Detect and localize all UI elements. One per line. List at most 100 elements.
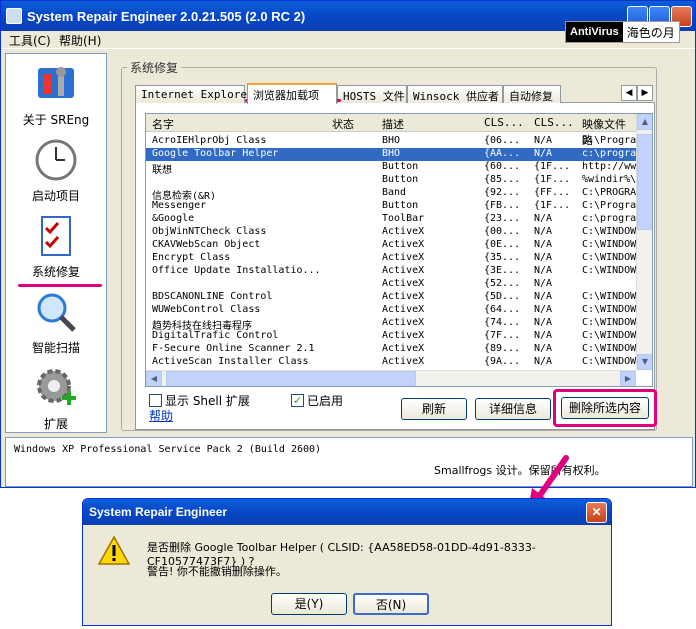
sidebar: 关于 SREng 启动项目 系统修复 智能扫描 扩展 (5, 53, 107, 433)
table-cell: ActiveX (382, 317, 425, 328)
table-row[interactable]: Office Update Installatio... ActiveX {3E..… (146, 265, 636, 278)
table-row[interactable]: CKAVWebScan Object ActiveX {0E... N/A C:\WIN… (146, 239, 636, 252)
dialog-close-button[interactable]: ✕ (586, 502, 607, 523)
table-cell: {1F... (534, 200, 571, 211)
tab-browser-addons[interactable]: 浏览器加载项 (247, 83, 337, 104)
table-row[interactable]: ActiveX {52... N/A (146, 278, 636, 291)
scroll-left-button[interactable]: ◀ (146, 371, 162, 386)
scroll-up-button[interactable]: ▲ (637, 114, 652, 130)
table-row[interactable]: Google Toolbar Helper BHO {AA... N/A c:\prog… (146, 148, 636, 161)
checkbox-label: 已启用 (307, 394, 344, 408)
table-row[interactable]: Encrypt Class ActiveX {35... N/A C:\WINDOW (146, 252, 636, 265)
table-cell: {FF... (534, 187, 571, 198)
hscroll-thumb[interactable] (166, 371, 416, 386)
table-row[interactable]: ActiveScan Installer Class ActiveX {9A... N… (146, 356, 636, 369)
table-cell: N/A (534, 356, 553, 367)
scroll-thumb[interactable] (637, 134, 652, 230)
window-title: System Repair Engineer 2.0.21.505 (2.0 R… (27, 9, 306, 24)
tools-icon (38, 67, 74, 98)
delete-highlight-box (553, 389, 657, 427)
credit-text: Smallfrogs 设计。保留所有权利。 (434, 464, 606, 477)
table-cell: ActiveX (382, 252, 425, 263)
tab-winsock[interactable]: Winsock 供应者 (407, 85, 503, 103)
table-row[interactable]: &Google ToolBar {23... N/A c:\progra (146, 213, 636, 226)
tab-hosts[interactable]: HOSTS 文件 (337, 85, 407, 103)
table-cell: {64... (484, 304, 521, 315)
details-button[interactable]: 详细信息 (475, 398, 551, 420)
addon-list[interactable]: 名字 状态 描述 CLS... CLS... 映像文件路 AcroIEHlprO… (145, 113, 653, 387)
checkmark-icon[interactable]: ✓ (291, 394, 304, 407)
tab-ie[interactable]: Internet Explorer (135, 85, 254, 103)
sidebar-label: 关于 SREng (22, 113, 90, 127)
list-header: 名字 状态 描述 CLS... CLS... 映像文件路 (146, 114, 636, 147)
table-row[interactable]: DigitalTrafic Control ActiveX {7F... N/A C:\… (146, 330, 636, 343)
table-cell: N/A (534, 148, 553, 159)
table-row[interactable]: F-Secure Online Scanner 2.1 ActiveX {89...… (146, 343, 636, 356)
table-cell: {60... (484, 161, 521, 172)
tab-auto-repair[interactable]: 自动修复 (503, 85, 561, 103)
table-cell: C:\WINDOW (582, 252, 636, 263)
enabled-checkbox[interactable]: ✓ 已启用 (291, 392, 343, 409)
table-cell: {AA... (484, 148, 521, 159)
sidebar-item-extension[interactable]: 扩展 (6, 366, 106, 432)
no-button[interactable]: 否(N) (353, 593, 429, 615)
table-row[interactable]: BDSCANONLINE Control ActiveX {5D... N/A C:\W… (146, 291, 636, 304)
status-area: Windows XP Professional Service Pack 2 (… (5, 437, 693, 487)
user-name: 海色の月 (626, 25, 675, 40)
table-cell: N/A (534, 213, 553, 224)
tab-scroll-left[interactable]: ◀ (621, 85, 637, 101)
table-cell: ActiveX (382, 291, 425, 302)
table-cell: Office Update Installatio... (152, 265, 321, 276)
table-cell: {9A... (484, 356, 521, 367)
antivirus-badge: AntiVirus 海色の月 (565, 21, 680, 43)
checkbox-box[interactable] (149, 394, 162, 407)
main-window: System Repair Engineer 2.0.21.505 (2.0 R… (0, 0, 696, 488)
sidebar-item-about[interactable]: 关于 SREng (6, 62, 106, 128)
menu-tools[interactable]: 工具(C) (9, 32, 51, 49)
yes-button[interactable]: 是(Y) (271, 593, 347, 615)
table-cell: {23... (484, 213, 521, 224)
table-cell: N/A (534, 135, 553, 146)
table-row[interactable]: ObjWinNTCheck Class ActiveX {00... N/A C:\WI… (146, 226, 636, 239)
table-row[interactable]: AcroIEHlprObj Class BHO {06... N/A D:\Progra (146, 135, 636, 148)
vertical-scrollbar[interactable]: ▲ ▼ (636, 114, 652, 370)
tab-scroll-right[interactable]: ▶ (637, 85, 653, 101)
sidebar-item-repair[interactable]: 系统修复 (6, 214, 106, 280)
table-row[interactable]: 趋势科技在线扫毒程序 ActiveX {74... N/A C:\WINDOW (146, 317, 636, 330)
table-cell: DigitalTrafic Control (152, 330, 279, 341)
col-status[interactable]: 状态 (332, 116, 354, 132)
table-cell: Button (382, 174, 419, 185)
sidebar-item-scan[interactable]: 智能扫描 (6, 290, 106, 356)
scroll-down-button[interactable]: ▼ (637, 354, 652, 370)
horizontal-scrollbar[interactable]: ◀ ▶ (146, 370, 636, 386)
table-row[interactable]: Messenger Button {FB... {1F... C:\Progra (146, 200, 636, 213)
refresh-button[interactable]: 刷新 (401, 398, 467, 420)
table-cell: {06... (484, 135, 521, 146)
sidebar-item-startup[interactable]: 启动项目 (6, 138, 106, 204)
table-cell: {7F... (484, 330, 521, 341)
antivirus-label: AntiVirus (566, 22, 623, 42)
scroll-right-button[interactable]: ▶ (620, 371, 636, 386)
table-cell: {0E... (484, 239, 521, 250)
app-icon (6, 8, 22, 24)
table-cell: Band (382, 187, 407, 198)
col-desc[interactable]: 描述 (382, 116, 404, 132)
col-clsid1[interactable]: CLS... (484, 116, 524, 129)
table-cell: AcroIEHlprObj Class (152, 135, 267, 146)
table-cell: C:\WINDOW (582, 239, 636, 250)
table-row[interactable]: 联想 Button {60... {1F... http://ww (146, 161, 636, 174)
table-row[interactable]: 信息检索(&R) Band {92... {FF... C:\PROGRA (146, 187, 636, 200)
menu-help[interactable]: 帮助(H) (59, 32, 101, 49)
table-row[interactable]: Button {85... {1F... %windir%\ (146, 174, 636, 187)
col-clsid2[interactable]: CLS... (534, 116, 574, 129)
table-row[interactable]: WUWebControl Class ActiveX {64... N/A C:\WIN… (146, 304, 636, 317)
table-cell: C:\Progra (582, 200, 636, 211)
help-link[interactable]: 帮助 (149, 407, 173, 424)
dialog-warning: 警告! 你不能撤销删除操作。 (147, 565, 287, 578)
col-name[interactable]: 名字 (152, 116, 174, 132)
dialog-title-bar[interactable]: System Repair Engineer ✕ (83, 499, 611, 525)
table-cell: ActiveScan Installer Class (152, 356, 309, 367)
table-cell: {5D... (484, 291, 521, 302)
table-cell: 信息检索(&R) (152, 191, 217, 200)
table-cell: Button (382, 161, 419, 172)
